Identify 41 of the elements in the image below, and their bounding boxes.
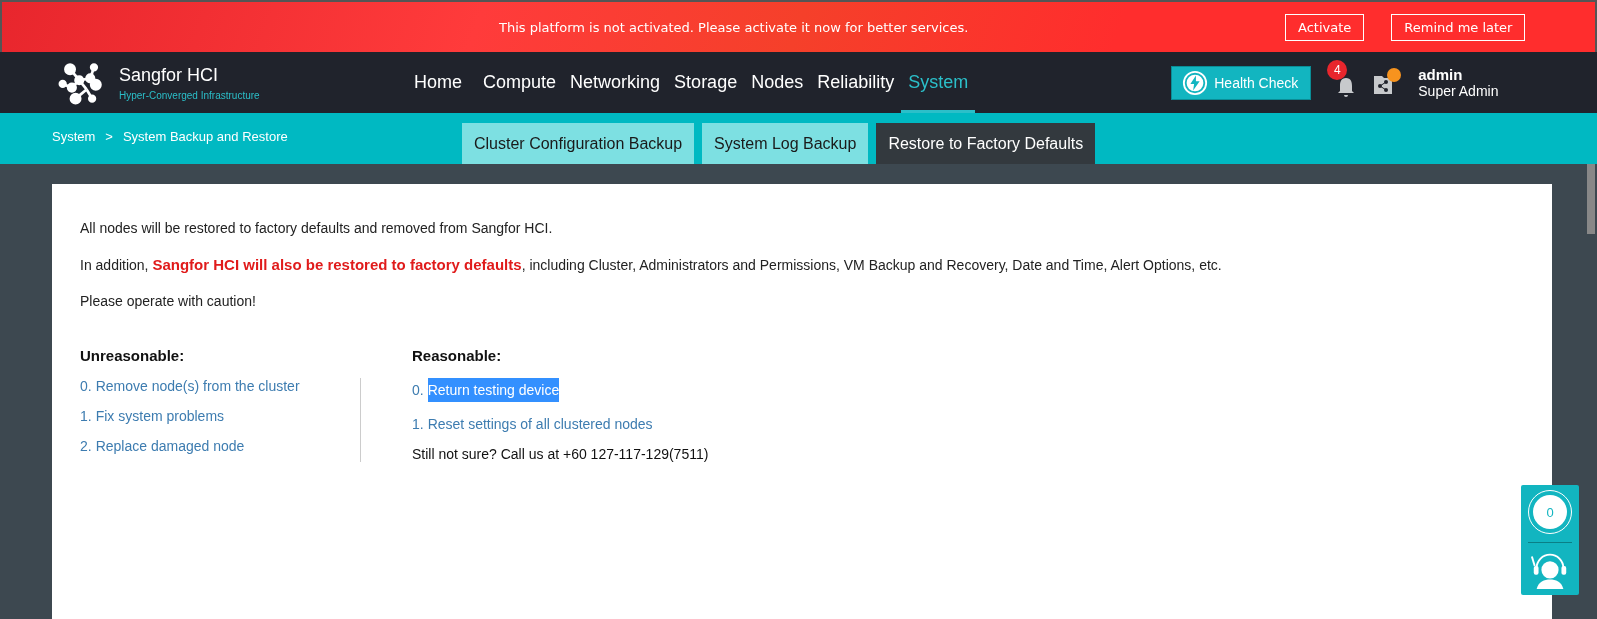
item-number: 2. [80,438,92,454]
banner-button[interactable]: Activate [1285,13,1365,41]
banner-message: This platform is not activated. Please activate it now for better services. [499,19,970,35]
nav-tab[interactable]: Reliability [810,52,902,113]
option-link[interactable]: Remove node(s) from the cluster [95,378,300,394]
product-subtitle: Hyper-Converged Infrastructure [119,89,260,101]
tab[interactable]: Restore to Factory Defaults [876,123,1096,164]
lightning-bolt-icon [1182,69,1209,96]
column-heading: Unreasonable: [80,347,186,364]
nav-tab[interactable]: Storage [667,52,745,113]
product-name: Sangfor HCI [119,64,220,86]
tab[interactable]: Cluster Configuration Backup [462,123,695,164]
bell-icon[interactable] [1336,75,1357,98]
nav-tab[interactable]: Compute [476,52,564,113]
notification-badge: 4 [1327,59,1348,80]
user-role: Super Admin [1418,83,1499,99]
scrollbar[interactable] [1587,164,1595,234]
item-number: 1. [412,416,424,432]
info-text: In addition, Sangfor HCI will also be restored to factory defaults, including Cluster, Administrators and Permissions, VM Backup and Recovery, Date and Time, Alert Options, etc. [80,256,1223,273]
banner-button[interactable]: Remind me later [1391,13,1526,41]
tab[interactable]: System Log Backup [702,123,869,164]
option-link[interactable]: Reset settings of all clustered nodes [427,416,653,432]
nav-tab[interactable]: Nodes [744,52,811,113]
breadcrumb-item[interactable]: System Backup and Restore [122,129,288,144]
user-name: admin [1418,66,1464,83]
column-heading: Reasonable: [412,347,503,364]
item-number: 1. [80,408,92,424]
item-number: 0. [80,378,92,394]
health-check-button[interactable]: Health Check [1171,65,1312,100]
breadcrumb-item[interactable]: System [52,129,96,144]
message-count[interactable]: 0 [1533,495,1567,529]
item-number: 0. [412,382,424,398]
option-link[interactable]: Return testing device [427,378,560,402]
breadcrumb-separator: > [105,129,113,144]
option-link[interactable]: Fix system problems [95,408,225,424]
info-text: All nodes will be restored to factory defaults and removed from Sangfor HCI. [80,220,554,236]
contact-note: Still not sure? Call us at +60 127-117-129(7511) [412,446,710,462]
info-text: Please operate with caution! [80,293,257,309]
nav-tab[interactable]: Home [407,52,476,113]
nav-tab[interactable]: Networking [563,52,668,113]
option-link[interactable]: Replace damaged node [95,438,245,454]
